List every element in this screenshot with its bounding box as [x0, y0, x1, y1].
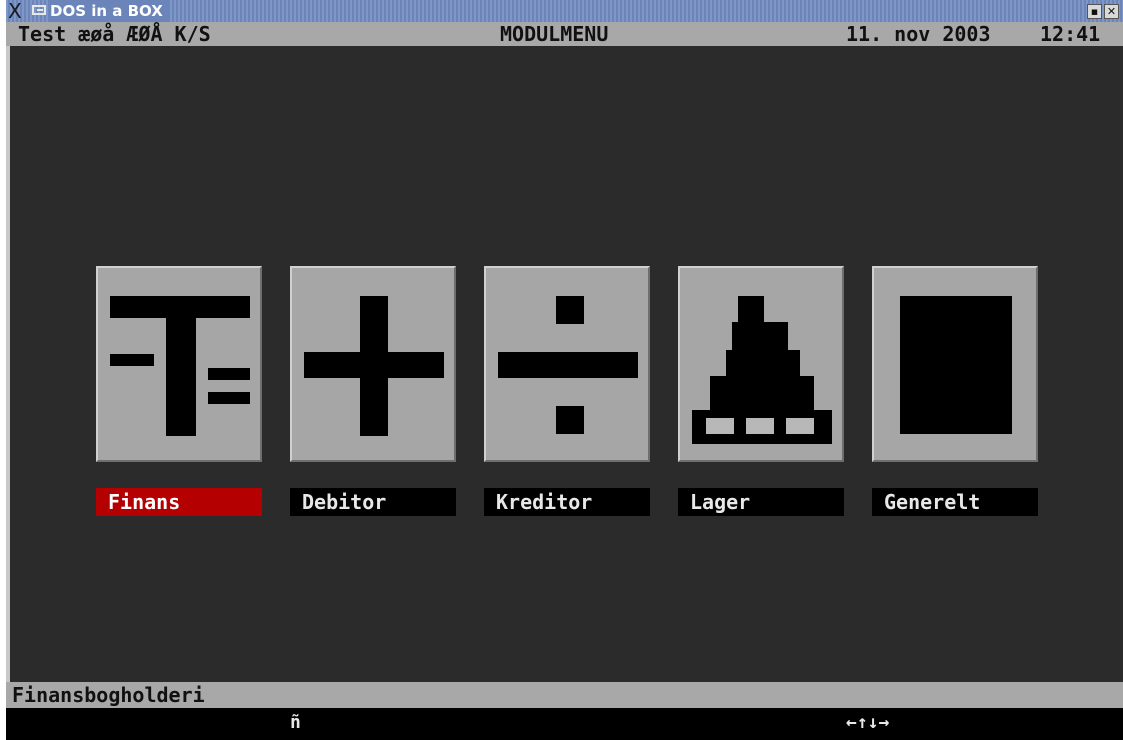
- module-tile-lager[interactable]: [678, 266, 844, 462]
- status-bar: Finansbogholderi: [6, 682, 1123, 708]
- module-tile-generelt[interactable]: [872, 266, 1038, 462]
- module-tile-debitor[interactable]: [290, 266, 456, 462]
- help-key-hint: ñ: [290, 712, 301, 733]
- window-left-edge: [6, 46, 10, 682]
- arrow-keys-hint: ←↑↓→: [846, 712, 890, 733]
- module-label-finans[interactable]: Finans: [96, 488, 262, 516]
- key-hint-bar: ñ ←↑↓→: [6, 708, 1123, 740]
- date-display: 11. nov 2003: [846, 22, 991, 46]
- time-display: 12:41: [1040, 22, 1101, 46]
- minimize-button[interactable]: ▪: [1087, 4, 1102, 19]
- window-titlebar[interactable]: X DOS in a BOX ▪ ✕: [6, 0, 1123, 22]
- module-label-debitor[interactable]: Debitor: [290, 488, 456, 516]
- module-description: Finansbogholderi: [12, 683, 205, 707]
- module-tile-kreditor[interactable]: [484, 266, 650, 462]
- module-tile-finans[interactable]: [96, 266, 262, 462]
- window-title: DOS in a BOX: [50, 0, 169, 22]
- header-bar: Test æøå ÆØÅ K/S MODULMENU 11. nov 2003 …: [6, 22, 1123, 46]
- app-window-icon[interactable]: [32, 5, 46, 15]
- module-label-generelt[interactable]: Generelt: [872, 488, 1038, 516]
- dos-window: X DOS in a BOX ▪ ✕ Test æøå ÆØÅ K/S MODU…: [6, 0, 1123, 740]
- screen-title: MODULMENU: [500, 22, 609, 46]
- module-label-lager[interactable]: Lager: [678, 488, 844, 516]
- module-label-kreditor[interactable]: Kreditor: [484, 488, 650, 516]
- x-logo-icon: X: [8, 0, 22, 23]
- company-name: Test æøå ÆØÅ K/S: [18, 22, 211, 46]
- close-button[interactable]: ✕: [1104, 4, 1119, 19]
